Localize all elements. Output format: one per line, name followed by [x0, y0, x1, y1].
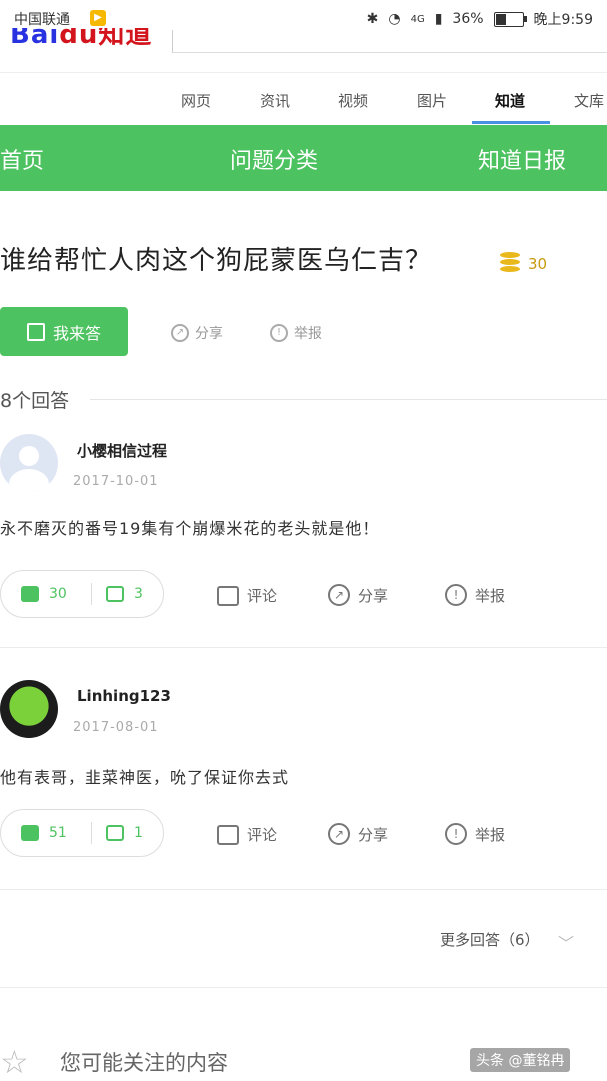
avatar[interactable]	[0, 680, 58, 738]
battery-icon	[493, 11, 527, 27]
share-icon: ↗	[328, 823, 350, 845]
report-label: 举报	[475, 586, 506, 605]
vote-pill: 30 3	[0, 570, 164, 618]
share-button[interactable]: ↗ 分享	[328, 584, 388, 606]
answer-count: 8个回答	[0, 390, 70, 412]
share-button[interactable]: ↗ 分享	[328, 823, 388, 845]
active-tab-indicator	[472, 121, 550, 124]
divider	[0, 987, 607, 988]
tab-video[interactable]: 视频	[338, 90, 368, 111]
question-category-link[interactable]: 问题分类	[230, 143, 318, 175]
downvote-button[interactable]: 3	[106, 586, 143, 602]
report-icon: !	[445, 584, 467, 606]
tab-zhidao[interactable]: 知道	[495, 90, 525, 111]
bluetooth-icon: ✱	[366, 11, 379, 27]
battery-percent: 36%	[452, 11, 484, 27]
report-icon: !	[270, 324, 288, 342]
wifi-icon: ◔	[388, 11, 401, 27]
answer-content: 永不磨灭的番号19集有个崩爆米花的老头就是他！	[0, 519, 380, 538]
top-nav: 网页 资讯 视频 图片 知道 文库	[0, 72, 607, 125]
answer-button[interactable]: 我来答	[0, 307, 128, 356]
baidu-zhidao-logo[interactable]: Baidu知道	[10, 28, 152, 48]
share-icon: ↗	[171, 324, 189, 342]
edit-icon	[26, 322, 45, 341]
network-type: 4G	[410, 13, 425, 25]
tab-web[interactable]: 网页	[181, 90, 211, 111]
thumbs-up-icon	[21, 586, 39, 602]
zhidao-daily-link[interactable]: 知道日报	[478, 143, 566, 175]
category-bar: 首页 问题分类 知道日报	[0, 125, 607, 191]
upvote-count: 51	[49, 825, 67, 841]
tab-news[interactable]: 资讯	[260, 90, 290, 111]
coin-icon	[500, 252, 520, 273]
vote-pill: 51 1	[0, 809, 164, 857]
chevron-down-icon[interactable]: ﹀	[558, 930, 574, 954]
clock: 晚上9:59	[533, 12, 593, 28]
tab-images[interactable]: 图片	[417, 90, 447, 111]
app-notification-icon: ▶	[90, 10, 106, 26]
divider	[0, 889, 607, 890]
signal-icon: ▮	[434, 11, 443, 27]
upvote-button[interactable]: 51	[1, 825, 91, 841]
upvote-count: 30	[49, 586, 67, 602]
share-icon: ↗	[328, 584, 350, 606]
upvote-button[interactable]: 30	[1, 586, 91, 602]
downvote-button[interactable]: 1	[106, 825, 143, 841]
question-share-label: 分享	[195, 326, 223, 342]
more-answers-link[interactable]: 更多回答（6）	[440, 929, 540, 950]
question-report-button[interactable]: ! 举报	[270, 323, 322, 343]
related-title: 您可能关注的内容	[60, 1051, 228, 1075]
comment-label: 评论	[247, 826, 278, 844]
home-link[interactable]: 首页	[0, 143, 44, 175]
comment-icon	[217, 824, 239, 845]
carrier-label: 中国联通	[14, 12, 70, 28]
tab-wenku[interactable]: 文库	[574, 90, 604, 111]
downvote-count: 3	[134, 586, 143, 602]
question-share-button[interactable]: ↗ 分享	[171, 323, 223, 343]
answer-username[interactable]: Linhing123	[77, 687, 171, 705]
comment-icon	[217, 585, 239, 606]
share-label: 分享	[358, 586, 389, 605]
thumbs-down-icon	[106, 586, 124, 602]
answer-content: 他有表哥，韭菜神医，吮了保证你去式	[0, 768, 290, 787]
answer-date: 2017-08-01	[73, 720, 159, 735]
avatar[interactable]	[0, 434, 58, 492]
comment-label: 评论	[247, 587, 278, 605]
downvote-count: 1	[134, 825, 143, 841]
report-label: 举报	[475, 825, 506, 844]
answer-username[interactable]: 小樱相信过程	[77, 440, 167, 461]
question-report-label: 举报	[294, 326, 322, 342]
comment-button[interactable]: 评论	[217, 585, 277, 606]
bounty-value: 30	[528, 255, 548, 273]
report-button[interactable]: ! 举报	[445, 584, 505, 606]
star-icon: ☆	[0, 1043, 29, 1081]
thumbs-up-icon	[21, 825, 39, 841]
report-button[interactable]: ! 举报	[445, 823, 505, 845]
thumbs-down-icon	[106, 825, 124, 841]
report-icon: !	[445, 823, 467, 845]
status-right: ✱ ◔ 4G ▮ 36% 晚上9:59	[367, 9, 593, 29]
search-box[interactable]	[172, 30, 607, 53]
battery-fill	[495, 13, 506, 25]
answer-button-label: 我来答	[52, 323, 101, 343]
divider	[0, 647, 607, 648]
question-title: 谁给帮忙人肉这个狗屁蒙医乌仁吉？	[0, 246, 433, 276]
answer-date: 2017-10-01	[73, 474, 159, 489]
comment-button[interactable]: 评论	[217, 824, 277, 845]
watermark: 头条 @董铭冉	[470, 1048, 571, 1072]
divider	[90, 399, 607, 400]
share-label: 分享	[358, 825, 389, 844]
